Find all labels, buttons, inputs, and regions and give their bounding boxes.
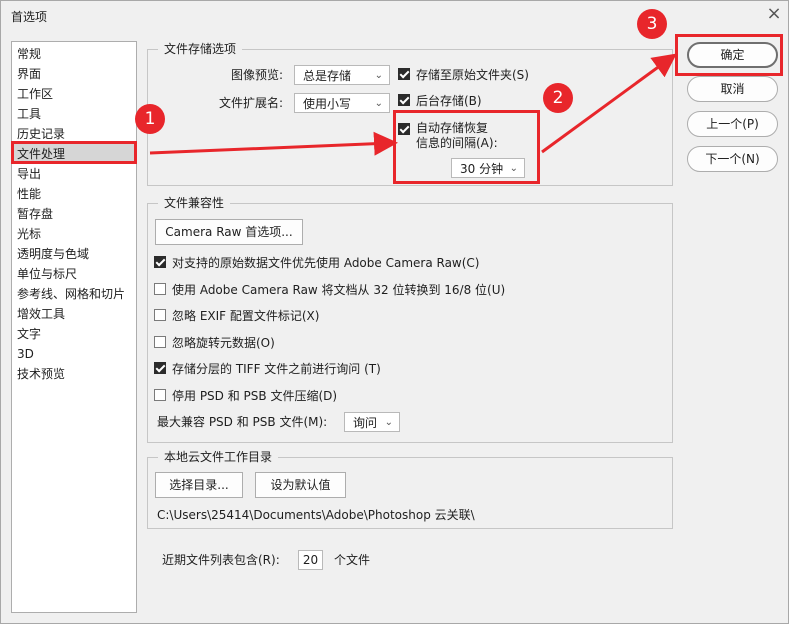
arrow-to-auto-save bbox=[149, 131, 398, 156]
annotation-badge-1: 1 bbox=[135, 104, 165, 134]
annotation-badge-3: 3 bbox=[637, 9, 667, 39]
annotation-badge-2: 2 bbox=[543, 83, 573, 113]
annotation-arrows bbox=[149, 53, 677, 156]
